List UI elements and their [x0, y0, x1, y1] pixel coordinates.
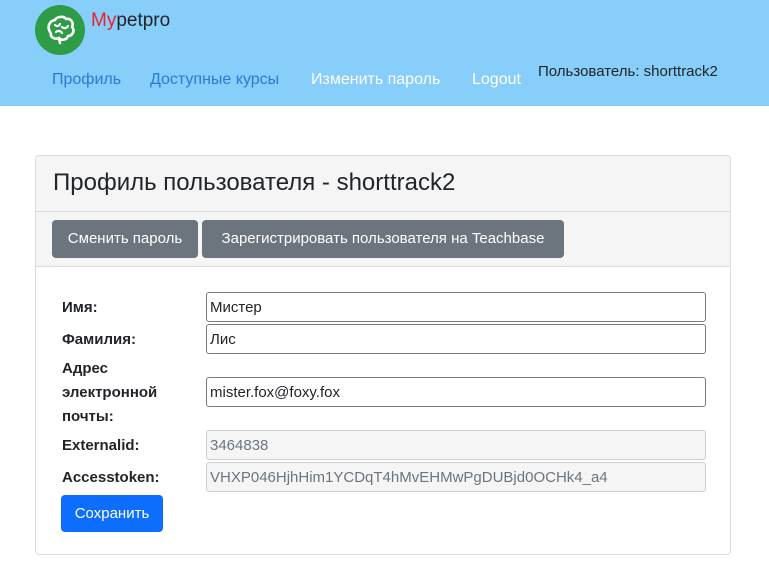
- register-teachbase-button[interactable]: Зарегистрировать пользователя на Teachba…: [202, 220, 564, 258]
- access-token-input: [206, 462, 706, 492]
- nav-change-password-link[interactable]: Изменить пароль: [311, 69, 440, 91]
- first-name-label: Имя:: [62, 299, 98, 316]
- email-input[interactable]: [206, 377, 706, 407]
- nav-logout-link[interactable]: Logout: [472, 69, 521, 91]
- email-label-line1: Адрес: [62, 360, 109, 377]
- brand-rest: petpro: [116, 10, 171, 31]
- action-bar: Сменить пароль Зарегистрировать пользова…: [36, 212, 730, 267]
- first-name-input[interactable]: [206, 292, 706, 322]
- profile-card: Профиль пользователя - shorttrack2 Смени…: [35, 155, 731, 555]
- brand-accent: My: [91, 10, 117, 31]
- current-user-label: Пользователь: shorttrack2: [538, 63, 718, 80]
- email-label-line3: почты:: [62, 408, 114, 425]
- external-id-label: Externalid:: [62, 437, 140, 454]
- last-name-input[interactable]: [206, 324, 706, 354]
- email-label-line2: электронной: [62, 384, 158, 401]
- card-header: Профиль пользователя - shorttrack2: [36, 156, 730, 212]
- nav-courses-link[interactable]: Доступные курсы: [150, 69, 279, 91]
- last-name-label: Фамилия:: [62, 331, 136, 348]
- external-id-input: [206, 430, 706, 460]
- brain-icon[interactable]: [35, 5, 85, 55]
- save-button[interactable]: Сохранить: [61, 495, 163, 532]
- navbar: Mypetpro Профиль Доступные курсы Изменит…: [0, 0, 769, 106]
- access-token-label: Accesstoken:: [62, 469, 160, 486]
- page-title: Профиль пользователя - shorttrack2: [53, 169, 456, 196]
- brand-name[interactable]: Mypetpro: [91, 9, 170, 33]
- nav-profile-link[interactable]: Профиль: [52, 69, 121, 91]
- change-password-button[interactable]: Сменить пароль: [52, 220, 198, 258]
